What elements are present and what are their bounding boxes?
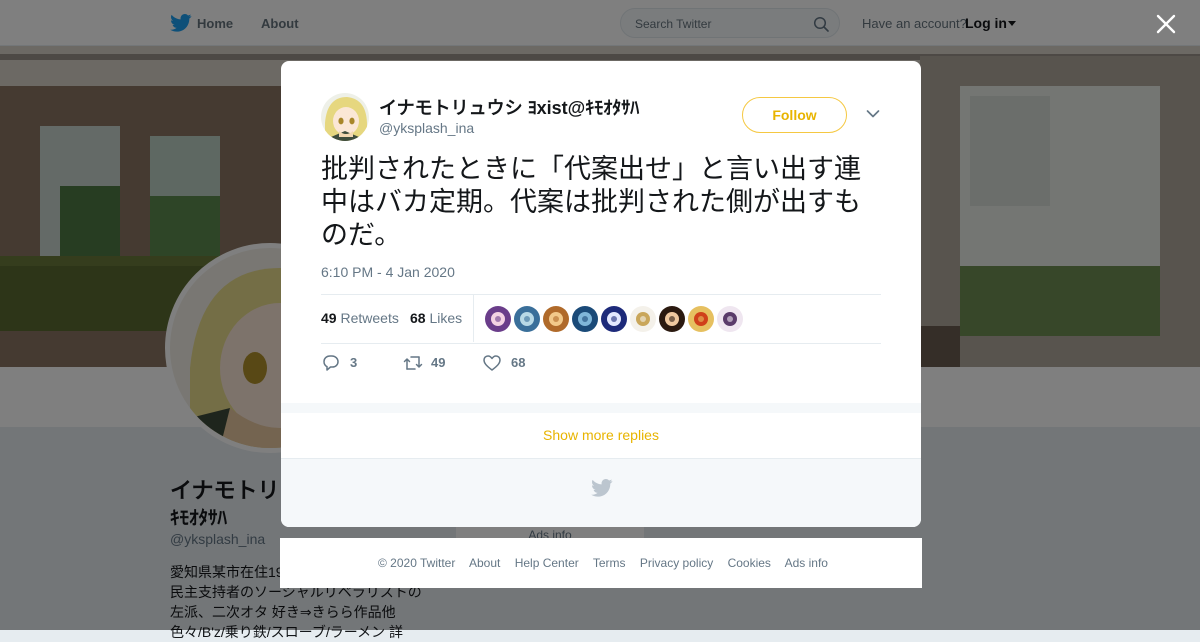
reply-count: 3 xyxy=(350,355,358,370)
footer-cookies-link[interactable]: Cookies xyxy=(728,556,771,570)
modal-footer xyxy=(281,459,921,527)
liker-avatar[interactable] xyxy=(688,306,714,332)
footer-about-link[interactable]: About xyxy=(469,556,500,570)
liker-avatar[interactable] xyxy=(514,306,540,332)
liker-avatar[interactable] xyxy=(572,306,598,332)
chevron-down-icon[interactable] xyxy=(866,109,880,119)
likes-stat[interactable]: 68 Likes xyxy=(410,310,462,326)
heart-icon[interactable] xyxy=(482,353,502,373)
reply-icon[interactable] xyxy=(321,353,341,373)
author-handle[interactable]: @yksplash_ina xyxy=(379,120,474,136)
liker-avatar[interactable] xyxy=(543,306,569,332)
retweet-icon[interactable] xyxy=(402,353,424,373)
liker-avatar[interactable] xyxy=(630,306,656,332)
footer-links: © 2020 Twitter About Help Center Terms P… xyxy=(378,556,839,570)
copyright-text: © 2020 Twitter xyxy=(378,556,456,570)
author-avatar[interactable] xyxy=(321,93,369,141)
footer-links-box: © 2020 Twitter About Help Center Terms P… xyxy=(280,538,922,588)
replies-separator xyxy=(281,403,921,413)
footer-terms-link[interactable]: Terms xyxy=(593,556,626,570)
tweet-timestamp[interactable]: 6:10 PM - 4 Jan 2020 xyxy=(321,264,455,280)
liker-avatar[interactable] xyxy=(601,306,627,332)
tweet-modal: イナモトリュウシ ﾖxist@ｷﾓｵﾀｻﾊ @yksplash_ina Foll… xyxy=(281,61,921,527)
footer-ads-link[interactable]: Ads info xyxy=(785,556,828,570)
liker-avatar[interactable] xyxy=(717,306,743,332)
tweet-actions: 3 49 68 xyxy=(321,353,621,373)
follow-button[interactable]: Follow xyxy=(742,97,847,133)
show-more-replies-link[interactable]: Show more replies xyxy=(281,413,921,459)
footer-help-link[interactable]: Help Center xyxy=(515,556,579,570)
retweets-count: 49 xyxy=(321,310,337,326)
retweets-stat[interactable]: 49 Retweets xyxy=(321,310,399,326)
retweets-label: Retweets xyxy=(340,310,399,326)
retweet-count: 49 xyxy=(431,355,446,370)
tweet-text: 批判されたときに「代案出せ」と言い出す連中はバカ定期。代案は批判された側が出すも… xyxy=(321,154,861,250)
like-count: 68 xyxy=(511,355,526,370)
close-icon[interactable] xyxy=(1154,12,1178,36)
liker-avatar[interactable] xyxy=(659,306,685,332)
footer-privacy-link[interactable]: Privacy policy xyxy=(640,556,713,570)
likes-count: 68 xyxy=(410,310,426,326)
author-name[interactable]: イナモトリュウシ ﾖxist@ｷﾓｵﾀｻﾊ xyxy=(379,94,639,120)
liker-avatar[interactable] xyxy=(485,306,511,332)
twitter-bird-icon xyxy=(591,479,613,497)
likes-label: Likes xyxy=(429,310,463,326)
tweet-stats: 49 Retweets 68 Likes xyxy=(321,294,881,344)
stats-divider xyxy=(473,295,474,342)
